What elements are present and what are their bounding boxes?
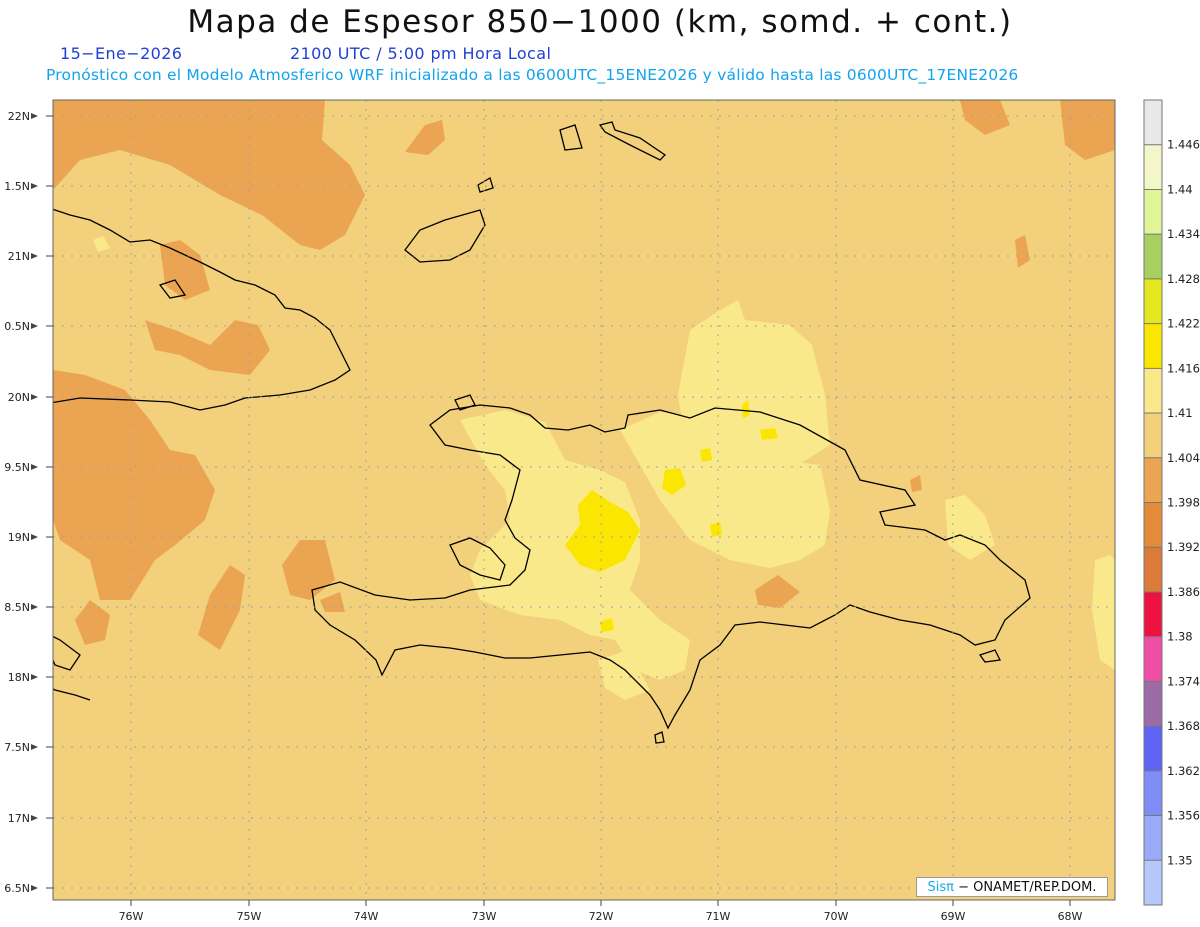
colorbar-swatch <box>1144 368 1162 414</box>
lon-tick-label: 72W <box>589 910 614 923</box>
colorbar-swatch <box>1144 726 1162 772</box>
lon-tick-label: 69W <box>941 910 966 923</box>
lon-tick-label: 73W <box>472 910 497 923</box>
colorbar-swatch <box>1144 547 1162 593</box>
lat-tick-label: 8.5N <box>4 601 30 614</box>
colorbar-swatch <box>1144 591 1162 638</box>
lat-tick-label: 0.5N <box>4 320 30 333</box>
lat-axis <box>46 115 53 889</box>
colorbar-label: 1.446 <box>1167 138 1200 152</box>
colorbar-label: 1.368 <box>1167 719 1200 733</box>
colorbar-label: 1.428 <box>1167 272 1200 286</box>
thickness-map: 22N 1.5N 21N 0.5N 20N 9.5N 19N 8.5N 18N … <box>4 99 1200 923</box>
colorbar-label: 1.386 <box>1167 585 1200 599</box>
colorbar-swatch <box>1144 323 1162 369</box>
colorbar-swatch <box>1144 770 1162 817</box>
lat-tick-label: 18N <box>8 671 30 684</box>
lat-tick-labels: 22N 1.5N 21N 0.5N 20N 9.5N 19N 8.5N 18N … <box>4 110 30 895</box>
colorbar-label: 1.356 <box>1167 809 1200 823</box>
lon-tick-label: 75W <box>237 910 262 923</box>
colorbar-label: 1.434 <box>1167 227 1200 241</box>
lon-tick-labels: 76W 75W 74W 73W 72W 71W 70W 69W 68W <box>119 910 1083 923</box>
colorbar-swatch <box>1144 636 1162 682</box>
colorbar-label: 1.398 <box>1167 496 1200 510</box>
colorbar: 1.446 1.44 1.434 1.428 1.422 1.416 1.41 1.404 1.… <box>1143 99 1200 906</box>
colorbar-label: 1.362 <box>1167 764 1200 778</box>
lat-tick-label: 17N <box>8 812 30 825</box>
colorbar-label: 1.41 <box>1167 406 1193 420</box>
lat-tick-label: 6.5N <box>4 882 30 895</box>
lon-tick-label: 74W <box>354 910 379 923</box>
colorbar-label: 1.422 <box>1167 317 1200 331</box>
lat-tick-label: 19N <box>8 531 30 544</box>
colorbar-swatch <box>1144 860 1162 906</box>
colorbar-swatch <box>1144 502 1162 548</box>
colorbar-swatch <box>1144 413 1162 459</box>
lat-tick-label: 20N <box>8 391 30 404</box>
colorbar-swatch <box>1144 100 1162 146</box>
lat-tick-label: 21N <box>8 250 30 263</box>
colorbar-swatch <box>1144 815 1162 861</box>
lon-tick-label: 70W <box>824 910 849 923</box>
lat-tick-label: 22N <box>8 110 30 123</box>
lat-tick-label: 9.5N <box>4 461 30 474</box>
colorbar-label: 1.374 <box>1167 674 1200 688</box>
credit-box: Sisπ − ONAMET/REP.DOM. <box>916 877 1108 897</box>
colorbar-swatch <box>1144 681 1162 727</box>
lat-tick-arrows <box>31 113 38 891</box>
lon-tick-label: 68W <box>1058 910 1083 923</box>
colorbar-swatch <box>1144 457 1162 503</box>
credit-org: − ONAMET/REP.DOM. <box>953 880 1097 895</box>
colorbar-swatch <box>1144 278 1162 325</box>
credit-brand: Sisπ <box>927 880 954 895</box>
colorbar-swatch <box>1144 189 1162 235</box>
lon-tick-label: 71W <box>706 910 731 923</box>
colorbar-label: 1.44 <box>1167 182 1193 196</box>
lat-tick-label: 1.5N <box>4 180 30 193</box>
colorbar-label: 1.416 <box>1167 361 1200 375</box>
colorbar-swatch <box>1144 234 1162 280</box>
lon-tick-label: 76W <box>119 910 144 923</box>
colorbar-label: 1.35 <box>1167 853 1193 867</box>
colorbar-label: 1.404 <box>1167 451 1200 465</box>
colorbar-label: 1.392 <box>1167 540 1200 554</box>
lat-tick-label: 7.5N <box>4 741 30 754</box>
colorbar-swatch <box>1144 144 1162 190</box>
lon-axis <box>130 900 1071 906</box>
colorbar-label: 1.38 <box>1167 630 1193 644</box>
